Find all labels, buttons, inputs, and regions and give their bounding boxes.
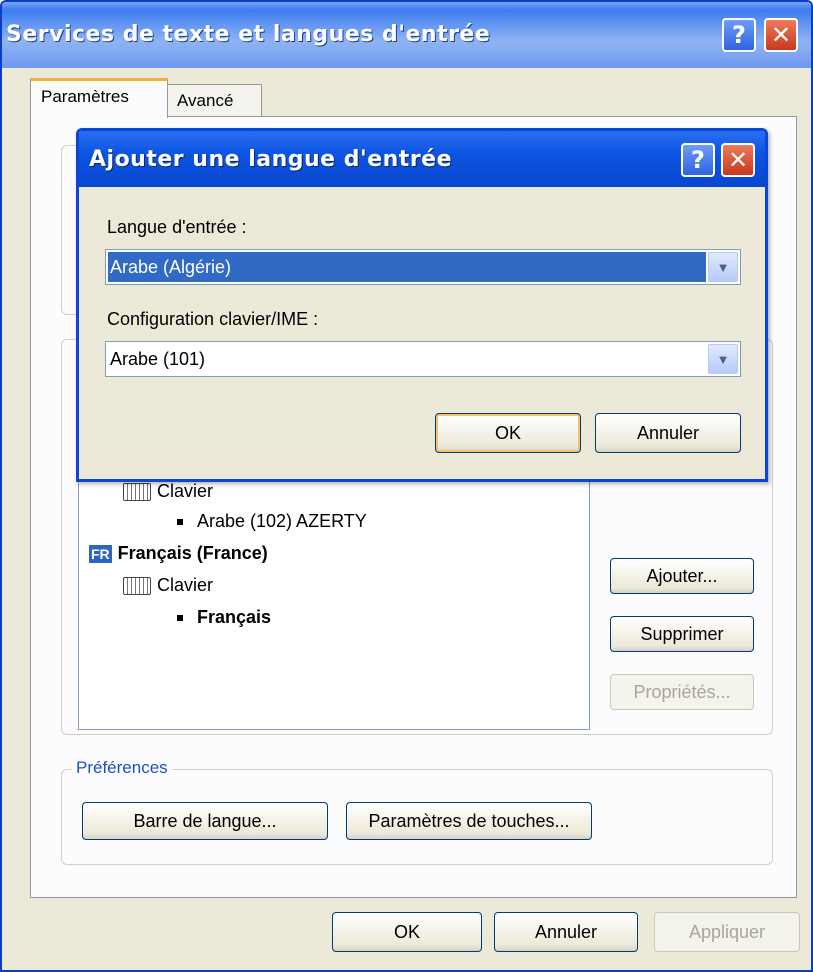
keyboard-icon (123, 577, 151, 596)
installed-services-list[interactable]: Clavier Arabe (102) AZERTY FR Français (F… (78, 442, 590, 730)
list-item-label: Clavier (157, 575, 214, 595)
list-item[interactable]: Clavier (123, 575, 213, 596)
keyboard-layout-select[interactable]: Arabe (101) ▼ (105, 341, 741, 377)
add-button[interactable]: Ajouter... (610, 558, 754, 594)
bullet-icon (177, 615, 183, 622)
title-bar[interactable]: Services de texte et langues d'entrée ? … (2, 2, 811, 68)
list-item[interactable]: FR Français (France) (89, 543, 268, 564)
tab-avance-label: Avancé (177, 91, 234, 110)
list-item-label: Arabe (102) AZERTY (197, 511, 367, 531)
list-item-label: Français (197, 607, 272, 627)
list-item-label: Français (France) (117, 543, 268, 563)
ok-button[interactable]: OK (332, 912, 482, 952)
dialog-close-button[interactable]: ✕ (721, 143, 755, 177)
properties-button[interactable]: Propriétés... (610, 674, 754, 710)
help-button[interactable]: ? (722, 18, 756, 52)
tab-parametres-label: Paramètres (41, 87, 129, 106)
list-item-label: Clavier (157, 481, 214, 501)
dialog-help-button[interactable]: ? (681, 143, 715, 177)
cancel-button[interactable]: Annuler (494, 912, 638, 952)
list-item[interactable]: Arabe (102) AZERTY (177, 511, 367, 532)
list-item[interactable]: Clavier (123, 481, 213, 502)
tab-avance[interactable]: Avancé (166, 84, 262, 118)
dialog-title: Ajouter une langue d'entrée (89, 147, 453, 172)
language-badge: FR (89, 545, 112, 564)
keyboard-layout-label: Configuration clavier/IME : (107, 309, 319, 329)
language-bar-button[interactable]: Barre de langue... (82, 802, 328, 840)
apply-button[interactable]: Appliquer (654, 912, 800, 952)
dialog-title-bar[interactable]: Ajouter une langue d'entrée ? ✕ (79, 131, 765, 187)
key-settings-button[interactable]: Paramètres de touches... (346, 802, 592, 840)
dialog-ok-button[interactable]: OK (435, 413, 581, 453)
close-button[interactable]: ✕ (764, 18, 798, 52)
list-item[interactable]: Français (177, 607, 271, 628)
input-language-label: Langue d'entrée : (107, 217, 247, 237)
chevron-down-icon[interactable]: ▼ (708, 344, 738, 374)
remove-button[interactable]: Supprimer (610, 616, 754, 652)
keyboard-layout-value: Arabe (101) (110, 349, 206, 369)
input-language-select[interactable]: Arabe (Algérie) ▼ (105, 249, 741, 285)
bullet-icon (177, 519, 183, 526)
chevron-down-icon[interactable]: ▼ (708, 252, 738, 282)
dialog-cancel-button[interactable]: Annuler (595, 413, 741, 453)
add-language-dialog: Ajouter une langue d'entrée ? ✕ Langue d… (76, 128, 768, 482)
tab-parametres[interactable]: Paramètres (30, 78, 168, 118)
keyboard-icon (123, 483, 151, 502)
input-language-value: Arabe (Algérie) (108, 252, 706, 282)
preferences-label: Préférences (72, 758, 172, 778)
window-title: Services de texte et langues d'entrée (6, 22, 491, 47)
